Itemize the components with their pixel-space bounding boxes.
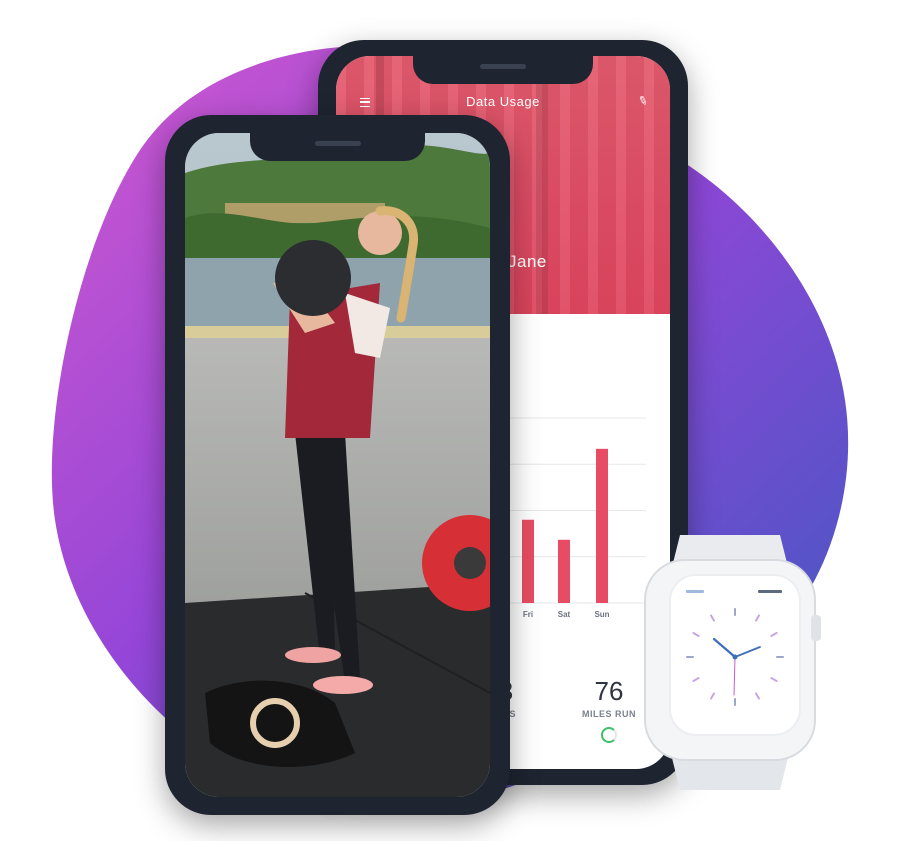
- header-title: Data Usage: [466, 94, 540, 109]
- watch-status-right: [758, 590, 782, 593]
- bar-fri: [522, 519, 534, 603]
- x-tick-label: Sun: [594, 610, 609, 619]
- watch-status-left: [686, 590, 704, 593]
- phone-front: [165, 115, 510, 815]
- progress-ring-icon: [601, 727, 617, 743]
- athlete-photo: [185, 133, 490, 797]
- smartwatch: [644, 535, 821, 790]
- bar-sun: [596, 448, 608, 603]
- x-tick-label: Fri: [523, 610, 533, 619]
- x-tick-label: Sat: [558, 610, 571, 619]
- bar-sat: [558, 539, 570, 603]
- phone-notch: [413, 56, 593, 84]
- phone-notch: [250, 133, 425, 161]
- user-name: Jane: [508, 252, 547, 271]
- weekly-bar-chart: Fri Sat Sun: [486, 417, 646, 619]
- photo-screen: [185, 133, 490, 797]
